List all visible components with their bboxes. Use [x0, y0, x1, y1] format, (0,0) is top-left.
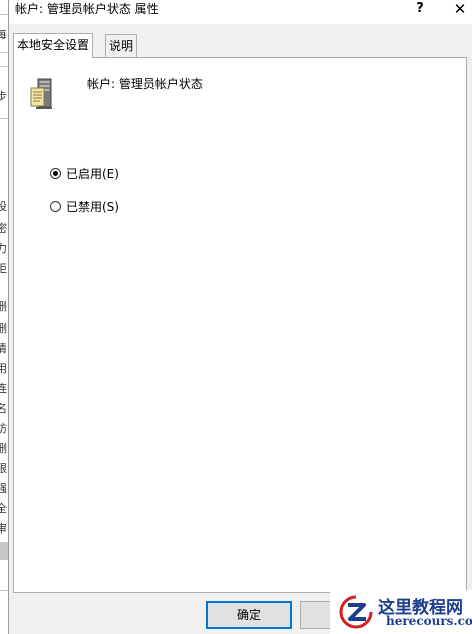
tab-explain[interactable]: 说明 — [105, 34, 138, 57]
background-text: 连 — [0, 382, 7, 395]
background-text: 审 — [0, 522, 7, 535]
server-icon — [30, 78, 52, 109]
background-text: 设 — [0, 200, 7, 213]
divider — [0, 52, 8, 53]
watermark: 这里教程网 herecours.com — [330, 590, 472, 634]
radio-button-checked[interactable] — [50, 168, 61, 179]
scrollbar-segment — [0, 542, 8, 560]
background-text: 删 — [0, 442, 7, 455]
watermark-logo-icon — [339, 595, 373, 629]
background-text: 密 — [0, 222, 7, 235]
properties-dialog: 帐户: 管理员帐户状态 属性 ? ✕ 本地安全设置 说明 帐户: 管理员帐户状态… — [8, 0, 472, 634]
policy-name: 帐户: 管理员帐户状态 — [87, 77, 203, 91]
radio-disabled-label[interactable]: 已禁用(S) — [66, 198, 119, 216]
radio-button-unchecked[interactable] — [50, 201, 61, 212]
background-text: 全 — [0, 502, 7, 515]
background-text: 每 — [0, 28, 7, 41]
background-text: 访 — [0, 422, 7, 435]
background-text: 清 — [0, 342, 7, 355]
background-text: 强 — [0, 482, 7, 495]
help-button[interactable]: ? — [409, 0, 431, 18]
watermark-url: herecours.com — [386, 614, 472, 628]
background-text: 删 — [0, 300, 7, 313]
tab-local-security-setting[interactable]: 本地安全设置 — [13, 33, 94, 58]
divider — [0, 66, 8, 67]
background-text: 限 — [0, 462, 7, 475]
background-text: 步 — [0, 90, 7, 103]
background-window-edge: 每 步 设 密 力 拒 删 删 清 用 连 名 访 删 限 强 全 审 — [0, 0, 8, 634]
radio-enabled-label[interactable]: 已启用(E) — [66, 165, 119, 183]
background-text: 拒 — [0, 262, 7, 275]
ok-button[interactable]: 确定 — [206, 601, 292, 629]
divider — [0, 14, 8, 15]
divider — [0, 118, 8, 119]
background-text: 删 — [0, 322, 7, 335]
tab-panel: 帐户: 管理员帐户状态 已启用(E) 已禁用(S) — [13, 57, 467, 593]
background-text: 名 — [0, 402, 7, 415]
background-text: 用 — [0, 362, 7, 375]
dialog-title: 帐户: 管理员帐户状态 属性 — [15, 2, 159, 16]
title-bar: 帐户: 管理员帐户状态 属性 ? ✕ — [9, 0, 472, 24]
close-button[interactable]: ✕ — [449, 0, 471, 18]
background-text: 力 — [0, 242, 7, 255]
divider — [0, 590, 8, 591]
